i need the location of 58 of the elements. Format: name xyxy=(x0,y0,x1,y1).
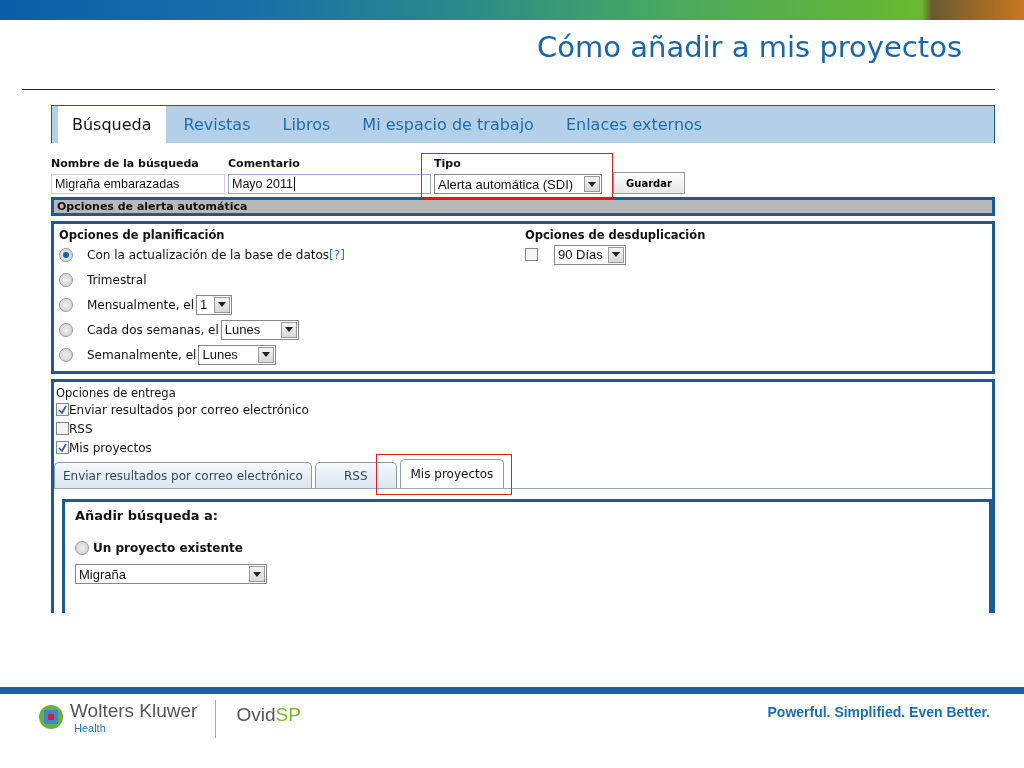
checkbox-label: Mis proyectos xyxy=(69,440,152,455)
brand-name: Wolters Kluwer xyxy=(70,700,198,722)
option-label: Con la actualización de la base de datos[?] xyxy=(87,247,345,262)
dropdown-caret-icon xyxy=(280,321,297,338)
section-title: Opciones de entrega xyxy=(56,386,177,400)
globe-logo-icon xyxy=(38,704,64,730)
option-select[interactable]: 1 xyxy=(196,294,232,315)
option-label: Mensualmente, el xyxy=(87,297,194,312)
nav-tab[interactable]: Enlaces externos xyxy=(551,106,717,143)
nav-tab[interactable]: Libros xyxy=(268,106,345,143)
radio-button[interactable] xyxy=(59,247,73,262)
radio-button[interactable] xyxy=(59,347,73,362)
checkbox[interactable] xyxy=(56,422,69,435)
delivery-tab[interactable]: Enviar resultados por correo electrónico xyxy=(54,462,312,488)
section-header: Opciones de alerta automática xyxy=(51,197,995,216)
option-label: Semanalmente, el xyxy=(87,347,197,362)
delivery-tab[interactable]: RSS xyxy=(314,462,397,488)
nav-tab[interactable]: Búsqueda xyxy=(58,106,166,143)
brand-division: Health xyxy=(74,722,107,734)
section-title: Opciones de desduplicación xyxy=(525,228,706,242)
radio-button[interactable] xyxy=(59,322,73,337)
dedup-select[interactable]: 90 Días xyxy=(554,244,626,265)
field-label: Nombre de la búsqueda xyxy=(51,157,200,170)
option-select[interactable]: Lunes xyxy=(198,344,277,365)
nav-tab[interactable]: Revistas xyxy=(169,106,265,143)
delivery-tab[interactable]: Mis proyectos xyxy=(399,459,505,488)
field-label: Comentario xyxy=(228,157,301,170)
help-link[interactable]: [?] xyxy=(329,247,345,262)
radio-button[interactable] xyxy=(75,540,89,555)
section-title: Opciones de planificación xyxy=(59,228,226,242)
project-select[interactable]: Migraña xyxy=(75,564,267,584)
panel-title: Añadir búsqueda a: xyxy=(75,508,220,523)
input-field[interactable]: Migraña embarazadas xyxy=(51,174,225,194)
save-button[interactable]: Guardar xyxy=(613,172,685,194)
slide-title: Cómo añadir a mis proyectos xyxy=(537,30,962,66)
checkbox-label: RSS xyxy=(69,421,93,436)
dropdown-caret-icon xyxy=(214,296,230,313)
radio-button[interactable] xyxy=(59,272,73,287)
dropdown-caret-icon xyxy=(249,566,265,582)
field-label: Tipo xyxy=(434,157,462,170)
product-name: OvidSP xyxy=(236,704,301,726)
nav-tab[interactable]: Mi espacio de trabajo xyxy=(348,106,548,143)
option-label: Un proyecto existente xyxy=(93,540,243,555)
tagline: Powerful. Simplified. Even Better. xyxy=(767,704,990,720)
text-cursor xyxy=(293,177,295,191)
dropdown-caret-icon xyxy=(258,346,275,363)
option-label: Cada dos semanas, el xyxy=(87,322,219,337)
option-select[interactable]: Lunes xyxy=(220,319,299,340)
dropdown-caret-icon xyxy=(608,246,624,263)
input-field[interactable]: Mayo 2011 xyxy=(228,174,431,194)
option-label: Trimestral xyxy=(87,272,147,287)
checkbox-label: Enviar resultados por correo electrónico xyxy=(69,402,309,417)
checkbox[interactable] xyxy=(56,441,69,454)
checkbox[interactable] xyxy=(56,403,69,416)
checkbox[interactable] xyxy=(525,248,538,261)
type-select[interactable]: Alerta automática (SDI) xyxy=(434,174,602,194)
dropdown-caret-icon xyxy=(584,176,600,192)
radio-button[interactable] xyxy=(59,297,73,312)
